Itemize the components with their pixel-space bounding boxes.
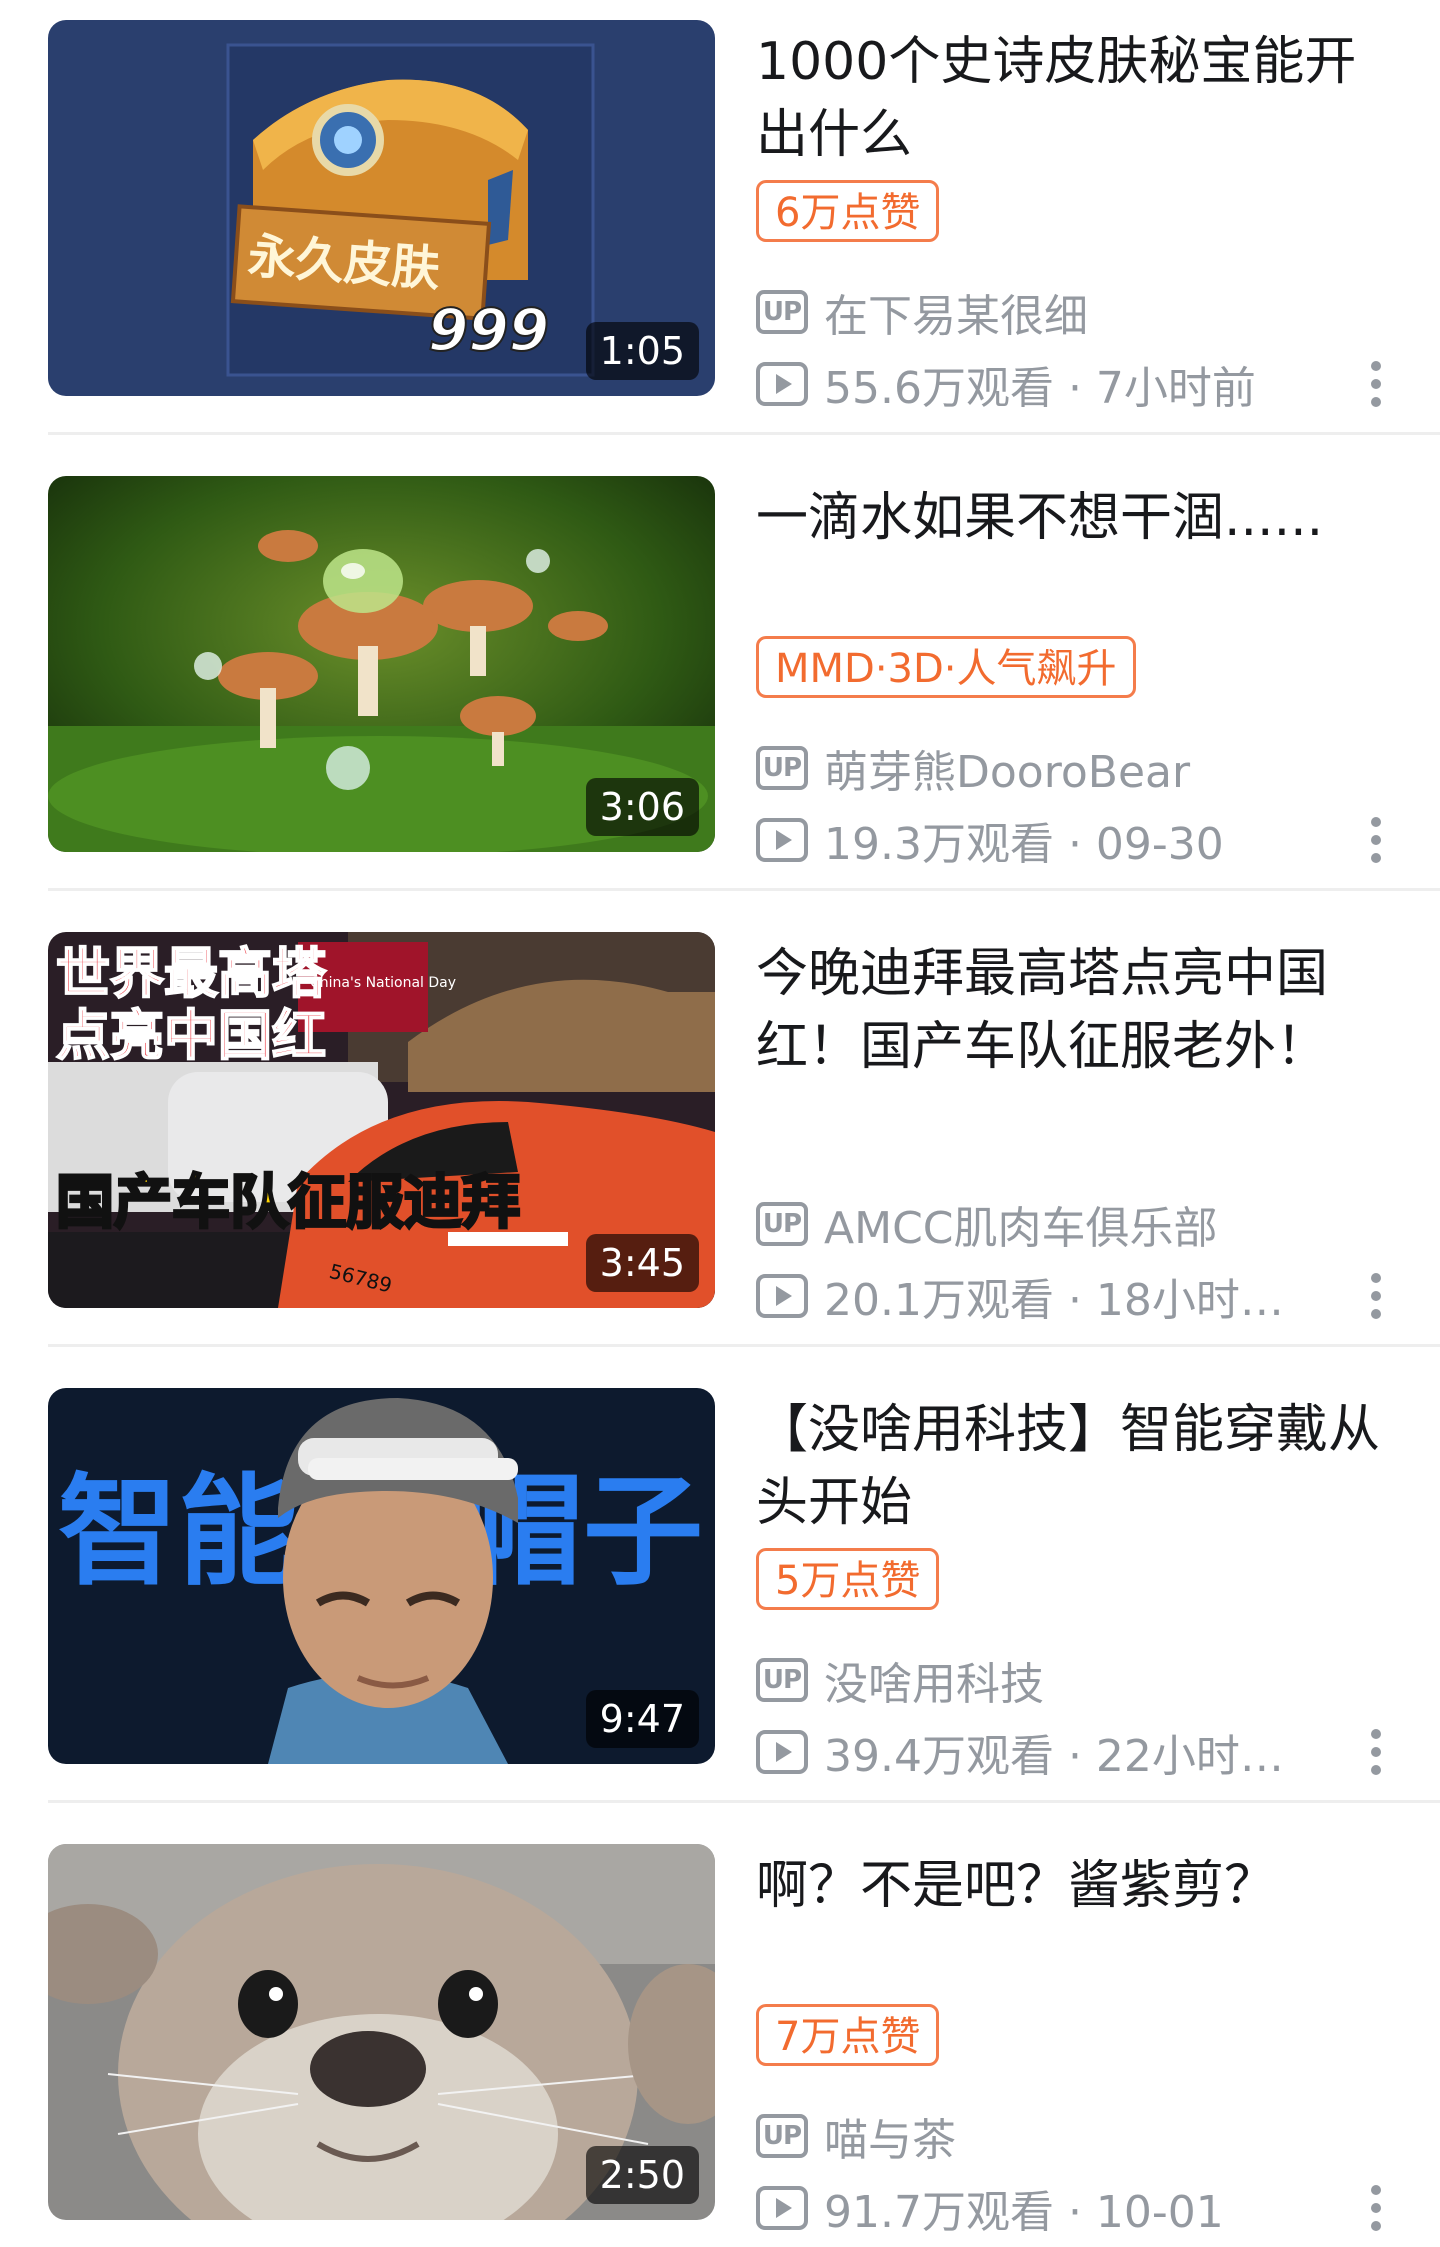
more-vertical-icon[interactable]	[1364, 2180, 1388, 2236]
play-icon	[756, 362, 808, 406]
play-icon	[756, 1274, 808, 1318]
divider	[48, 432, 1440, 435]
video-info: 今晚迪拜最高塔点亮中国红！国产车队征服老外！ UP AMCC肌肉车俱乐部 20.…	[756, 932, 1440, 1326]
uploader-row[interactable]: UP 萌芽熊DooroBear	[756, 740, 1190, 798]
video-card[interactable]: 2:50 啊？不是吧？酱紫剪？ 7万点赞 UP 喵与茶 91.7万观看 · 10…	[48, 1844, 1440, 2238]
video-title[interactable]: 今晚迪拜最高塔点亮中国红！国产车队征服老外！	[756, 938, 1396, 1084]
play-icon	[756, 2186, 808, 2230]
view-count: 39.4万观看 · 22小时…	[824, 1731, 1284, 1782]
uploader-row[interactable]: UP 在下易某很细	[756, 284, 1088, 342]
thumb-text-2: 999	[428, 296, 549, 364]
video-duration: 9:47	[585, 1690, 699, 1748]
up-icon: UP	[756, 1202, 808, 1246]
video-card[interactable]: 智能 帽子 9:47 【没啥用科技】智能穿戴从头开始 5万点赞 UP 没啥用科技	[48, 1388, 1440, 1782]
video-duration: 3:06	[585, 778, 699, 836]
view-count: 91.7万观看 · 10-01	[824, 2187, 1224, 2238]
video-badge: 7万点赞	[756, 2004, 940, 2066]
video-thumbnail[interactable]: 永久皮肤 999 1:05	[48, 20, 715, 396]
divider	[48, 1800, 1440, 1803]
more-vertical-icon[interactable]	[1364, 812, 1388, 868]
view-count: 19.3万观看 · 09-30	[824, 819, 1224, 870]
up-icon: UP	[756, 2114, 808, 2158]
video-title[interactable]: 【没啥用科技】智能穿戴从头开始	[756, 1394, 1396, 1540]
views-row: 19.3万观看 · 09-30	[756, 812, 1224, 870]
video-info: 一滴水如果不想干涸...... MMD·3D·人气飙升 UP 萌芽熊DooroB…	[756, 476, 1440, 870]
up-icon: UP	[756, 290, 808, 334]
video-badge: 6万点赞	[756, 180, 940, 242]
video-info: 【没啥用科技】智能穿戴从头开始 5万点赞 UP 没啥用科技 39.4万观看 · …	[756, 1388, 1440, 1782]
views-row: 91.7万观看 · 10-01	[756, 2180, 1224, 2238]
video-card[interactable]: China's National Day 世界最高塔 点亮中国红 国产车队征服迪…	[48, 932, 1440, 1326]
divider	[48, 1344, 1440, 1347]
video-thumbnail[interactable]: 3:06	[48, 476, 715, 852]
video-feed: 永久皮肤 999 1:05 1000个史诗皮肤秘宝能开出什么 6万点赞 UP 在…	[0, 0, 1440, 2247]
thumb-text-1: 世界最高塔	[56, 942, 327, 1005]
video-thumbnail[interactable]: China's National Day 世界最高塔 点亮中国红 国产车队征服迪…	[48, 932, 715, 1308]
video-info: 1000个史诗皮肤秘宝能开出什么 6万点赞 UP 在下易某很细 55.6万观看 …	[756, 20, 1440, 414]
thumb-text-2: 点亮中国红	[56, 1004, 326, 1067]
thumb-text-1: 智能	[58, 1463, 298, 1602]
video-title[interactable]: 一滴水如果不想干涸......	[756, 482, 1396, 555]
up-icon: UP	[756, 746, 808, 790]
uploader-row[interactable]: UP 喵与茶	[756, 2108, 956, 2166]
video-title[interactable]: 啊？不是吧？酱紫剪？	[756, 1850, 1396, 1923]
video-title[interactable]: 1000个史诗皮肤秘宝能开出什么	[756, 26, 1396, 172]
thumb-text-3: 国产车队征服迪拜	[56, 1168, 520, 1236]
uploader-name[interactable]: 萌芽熊DooroBear	[824, 736, 1190, 800]
divider	[48, 888, 1440, 891]
play-icon	[756, 1730, 808, 1774]
views-row: 39.4万观看 · 22小时…	[756, 1724, 1284, 1782]
views-row: 20.1万观看 · 18小时…	[756, 1268, 1284, 1326]
up-icon: UP	[756, 1658, 808, 1702]
uploader-row[interactable]: UP 没啥用科技	[756, 1652, 1044, 1710]
thumb-text-5: China's National Day	[310, 975, 456, 991]
uploader-name[interactable]: 在下易某很细	[824, 280, 1088, 344]
uploader-name[interactable]: AMCC肌肉车俱乐部	[824, 1192, 1218, 1256]
video-badge: 5万点赞	[756, 1548, 940, 1610]
video-thumbnail[interactable]: 2:50	[48, 1844, 715, 2220]
view-count: 55.6万观看 · 7小时前	[824, 363, 1256, 414]
more-vertical-icon[interactable]	[1364, 356, 1388, 412]
play-icon	[756, 818, 808, 862]
video-thumbnail[interactable]: 智能 帽子 9:47	[48, 1388, 715, 1764]
video-duration: 3:45	[585, 1234, 699, 1292]
video-info: 啊？不是吧？酱紫剪？ 7万点赞 UP 喵与茶 91.7万观看 · 10-01	[756, 1844, 1440, 2238]
more-vertical-icon[interactable]	[1364, 1268, 1388, 1324]
video-duration: 2:50	[585, 2146, 699, 2204]
video-badge: MMD·3D·人气飙升	[756, 636, 1136, 698]
more-vertical-icon[interactable]	[1364, 1724, 1388, 1780]
uploader-name[interactable]: 喵与茶	[824, 2104, 956, 2168]
video-card[interactable]: 3:06 一滴水如果不想干涸...... MMD·3D·人气飙升 UP 萌芽熊D…	[48, 476, 1440, 870]
views-row: 55.6万观看 · 7小时前	[756, 356, 1256, 414]
uploader-name[interactable]: 没啥用科技	[824, 1648, 1044, 1712]
view-count: 20.1万观看 · 18小时…	[824, 1275, 1284, 1326]
video-card[interactable]: 永久皮肤 999 1:05 1000个史诗皮肤秘宝能开出什么 6万点赞 UP 在…	[48, 20, 1440, 414]
video-duration: 1:05	[585, 322, 699, 380]
uploader-row[interactable]: UP AMCC肌肉车俱乐部	[756, 1196, 1218, 1254]
